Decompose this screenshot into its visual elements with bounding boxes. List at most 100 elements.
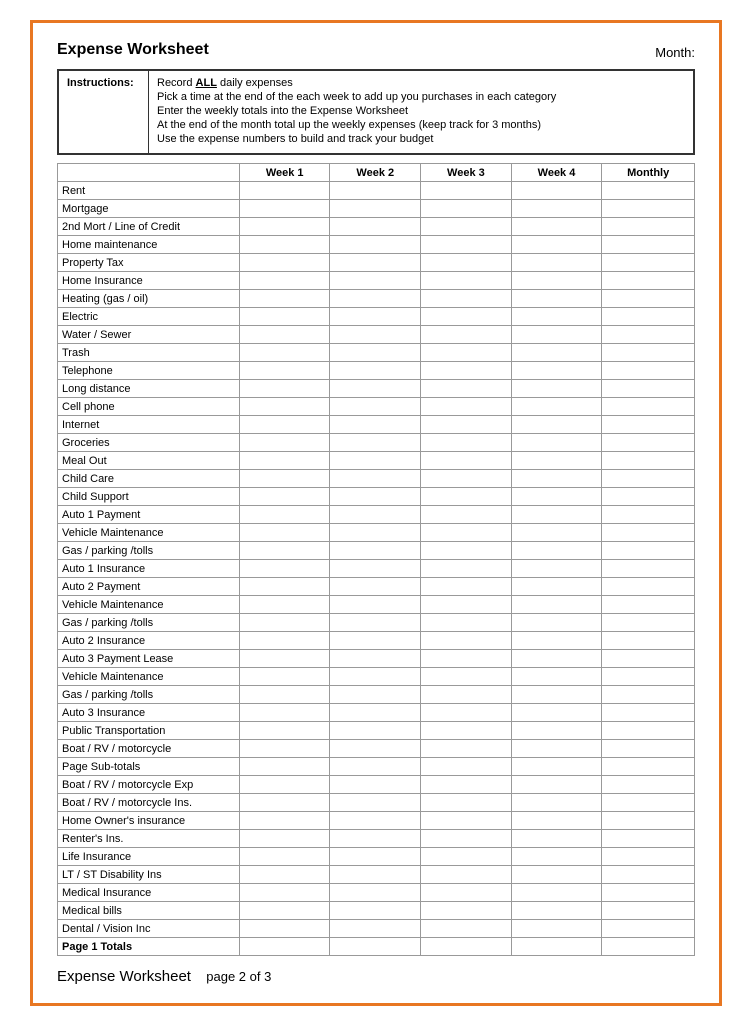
row-cell[interactable]: [239, 758, 330, 776]
row-cell[interactable]: [511, 290, 602, 308]
row-cell[interactable]: [602, 884, 695, 902]
row-cell[interactable]: [330, 470, 421, 488]
row-cell[interactable]: [511, 686, 602, 704]
row-cell[interactable]: [330, 686, 421, 704]
row-cell[interactable]: [330, 614, 421, 632]
row-cell[interactable]: [330, 416, 421, 434]
row-cell[interactable]: [330, 524, 421, 542]
row-cell[interactable]: [421, 200, 512, 218]
row-cell[interactable]: [239, 470, 330, 488]
row-cell[interactable]: [511, 344, 602, 362]
row-cell[interactable]: [239, 488, 330, 506]
row-cell[interactable]: [511, 182, 602, 200]
row-cell[interactable]: [330, 740, 421, 758]
row-cell[interactable]: [421, 884, 512, 902]
row-cell[interactable]: [511, 542, 602, 560]
row-cell[interactable]: [602, 326, 695, 344]
row-cell[interactable]: [239, 398, 330, 416]
row-cell[interactable]: [421, 704, 512, 722]
row-cell[interactable]: [602, 470, 695, 488]
row-cell[interactable]: [239, 614, 330, 632]
row-cell[interactable]: [602, 380, 695, 398]
row-cell[interactable]: [602, 866, 695, 884]
totals-cell[interactable]: [239, 938, 330, 956]
row-cell[interactable]: [239, 830, 330, 848]
row-cell[interactable]: [511, 488, 602, 506]
row-cell[interactable]: [330, 758, 421, 776]
row-cell[interactable]: [511, 884, 602, 902]
row-cell[interactable]: [330, 308, 421, 326]
row-cell[interactable]: [602, 920, 695, 938]
row-cell[interactable]: [602, 686, 695, 704]
row-cell[interactable]: [239, 722, 330, 740]
row-cell[interactable]: [421, 434, 512, 452]
row-cell[interactable]: [421, 542, 512, 560]
row-cell[interactable]: [330, 560, 421, 578]
row-cell[interactable]: [602, 704, 695, 722]
row-cell[interactable]: [511, 470, 602, 488]
row-cell[interactable]: [330, 794, 421, 812]
row-cell[interactable]: [511, 416, 602, 434]
row-cell[interactable]: [421, 326, 512, 344]
row-cell[interactable]: [421, 920, 512, 938]
totals-cell[interactable]: [602, 938, 695, 956]
row-cell[interactable]: [239, 506, 330, 524]
row-cell[interactable]: [239, 740, 330, 758]
row-cell[interactable]: [602, 236, 695, 254]
row-cell[interactable]: [602, 416, 695, 434]
row-cell[interactable]: [330, 596, 421, 614]
row-cell[interactable]: [511, 650, 602, 668]
row-cell[interactable]: [239, 290, 330, 308]
row-cell[interactable]: [330, 776, 421, 794]
row-cell[interactable]: [421, 506, 512, 524]
row-cell[interactable]: [511, 740, 602, 758]
row-cell[interactable]: [511, 758, 602, 776]
row-cell[interactable]: [330, 848, 421, 866]
row-cell[interactable]: [239, 452, 330, 470]
row-cell[interactable]: [511, 272, 602, 290]
row-cell[interactable]: [602, 254, 695, 272]
row-cell[interactable]: [421, 344, 512, 362]
row-cell[interactable]: [330, 362, 421, 380]
row-cell[interactable]: [421, 560, 512, 578]
row-cell[interactable]: [239, 344, 330, 362]
row-cell[interactable]: [511, 866, 602, 884]
row-cell[interactable]: [239, 848, 330, 866]
row-cell[interactable]: [511, 200, 602, 218]
row-cell[interactable]: [421, 812, 512, 830]
row-cell[interactable]: [602, 650, 695, 668]
row-cell[interactable]: [421, 668, 512, 686]
row-cell[interactable]: [239, 704, 330, 722]
row-cell[interactable]: [239, 308, 330, 326]
row-cell[interactable]: [239, 866, 330, 884]
row-cell[interactable]: [511, 920, 602, 938]
row-cell[interactable]: [330, 650, 421, 668]
row-cell[interactable]: [239, 272, 330, 290]
row-cell[interactable]: [239, 596, 330, 614]
row-cell[interactable]: [511, 794, 602, 812]
row-cell[interactable]: [602, 578, 695, 596]
row-cell[interactable]: [421, 290, 512, 308]
row-cell[interactable]: [421, 866, 512, 884]
row-cell[interactable]: [602, 794, 695, 812]
row-cell[interactable]: [330, 272, 421, 290]
row-cell[interactable]: [602, 560, 695, 578]
row-cell[interactable]: [421, 488, 512, 506]
row-cell[interactable]: [511, 578, 602, 596]
row-cell[interactable]: [511, 434, 602, 452]
row-cell[interactable]: [239, 560, 330, 578]
row-cell[interactable]: [511, 560, 602, 578]
row-cell[interactable]: [239, 542, 330, 560]
row-cell[interactable]: [511, 668, 602, 686]
row-cell[interactable]: [421, 848, 512, 866]
row-cell[interactable]: [511, 902, 602, 920]
row-cell[interactable]: [421, 416, 512, 434]
totals-cell[interactable]: [421, 938, 512, 956]
row-cell[interactable]: [330, 236, 421, 254]
row-cell[interactable]: [330, 506, 421, 524]
row-cell[interactable]: [511, 236, 602, 254]
row-cell[interactable]: [330, 668, 421, 686]
row-cell[interactable]: [421, 650, 512, 668]
row-cell[interactable]: [602, 740, 695, 758]
row-cell[interactable]: [330, 326, 421, 344]
